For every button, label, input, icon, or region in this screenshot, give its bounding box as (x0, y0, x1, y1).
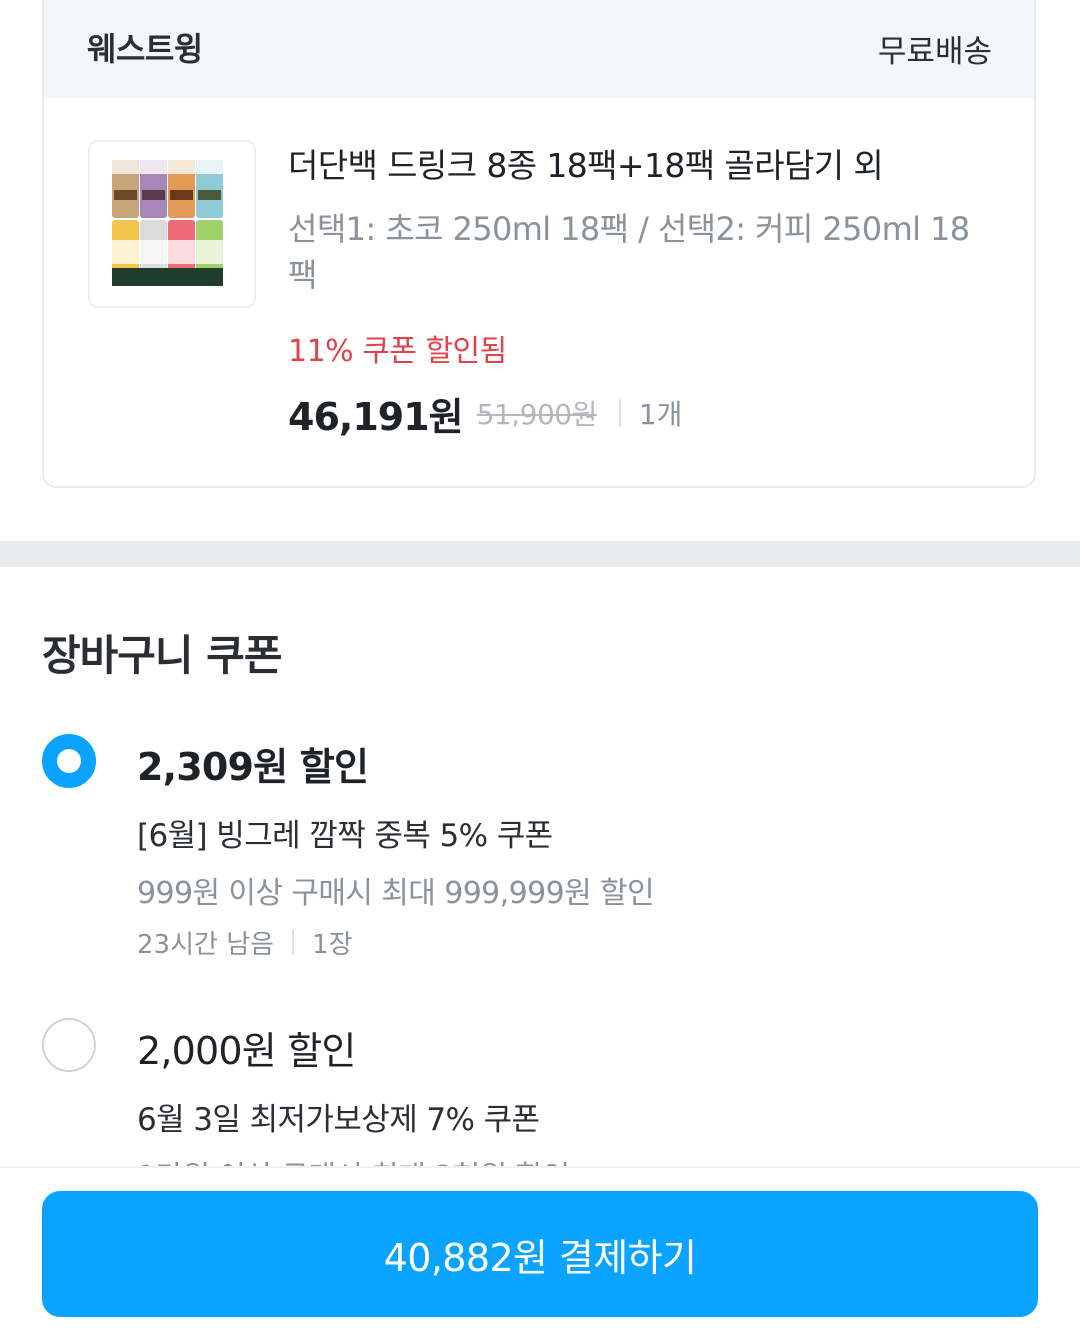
shipping-label: 무료배송 (877, 34, 992, 70)
coupon-meta: 23시간 남음 1장 (137, 924, 353, 960)
price-row: 46,191원 51,900원 1개 (288, 388, 683, 439)
seller-name[interactable]: 웨스트윙 (87, 24, 203, 70)
coupon-condition: 999원 이상 구매시 최대 999,999원 할인 (137, 876, 655, 911)
coupon-name: [6월] 빙그레 깜짝 중복 5% 쿠폰 (137, 818, 553, 854)
bottom-pay-bar: 40,882원 결제하기 (0, 1166, 1080, 1337)
divider (618, 399, 621, 427)
quantity: 1개 (638, 398, 683, 431)
product-name[interactable]: 더단백 드링크 8종 18팩+18팩 골라담기 외 (288, 139, 1008, 187)
product-thumbnail[interactable] (88, 140, 256, 308)
cart-product-card: 웨스트윙 무료배송 더단백 드링크 8종 18팩+18팩 골라담기 외 선택1:… (42, 0, 1036, 488)
seller-header: 웨스트윙 무료배송 (44, 0, 1034, 98)
coupon-section-title: 장바구니 쿠폰 (42, 631, 282, 680)
coupon-count: 1장 (312, 929, 353, 960)
section-separator (0, 541, 1080, 567)
radio-button-unselected[interactable] (42, 1018, 96, 1072)
sale-price: 46,191원 (288, 394, 464, 439)
coupon-amount: 2,000원 할인 (137, 1029, 356, 1073)
original-price: 51,900원 (476, 398, 598, 431)
radio-button-selected[interactable] (42, 734, 96, 788)
coupon-amount: 2,309원 할인 (137, 745, 369, 789)
coupon-applied-label: 11% 쿠폰 할인됨 (288, 334, 507, 369)
pay-button[interactable]: 40,882원 결제하기 (42, 1191, 1038, 1317)
coupon-remaining-time: 23시간 남음 (137, 929, 275, 960)
divider (292, 929, 295, 955)
coupon-name: 6월 3일 최저가보상제 7% 쿠폰 (137, 1102, 540, 1138)
product-option: 선택1: 초코 250ml 18팩 / 선택2: 커피 250ml 18팩 (288, 210, 970, 294)
protein-drink-product-image (112, 160, 223, 286)
